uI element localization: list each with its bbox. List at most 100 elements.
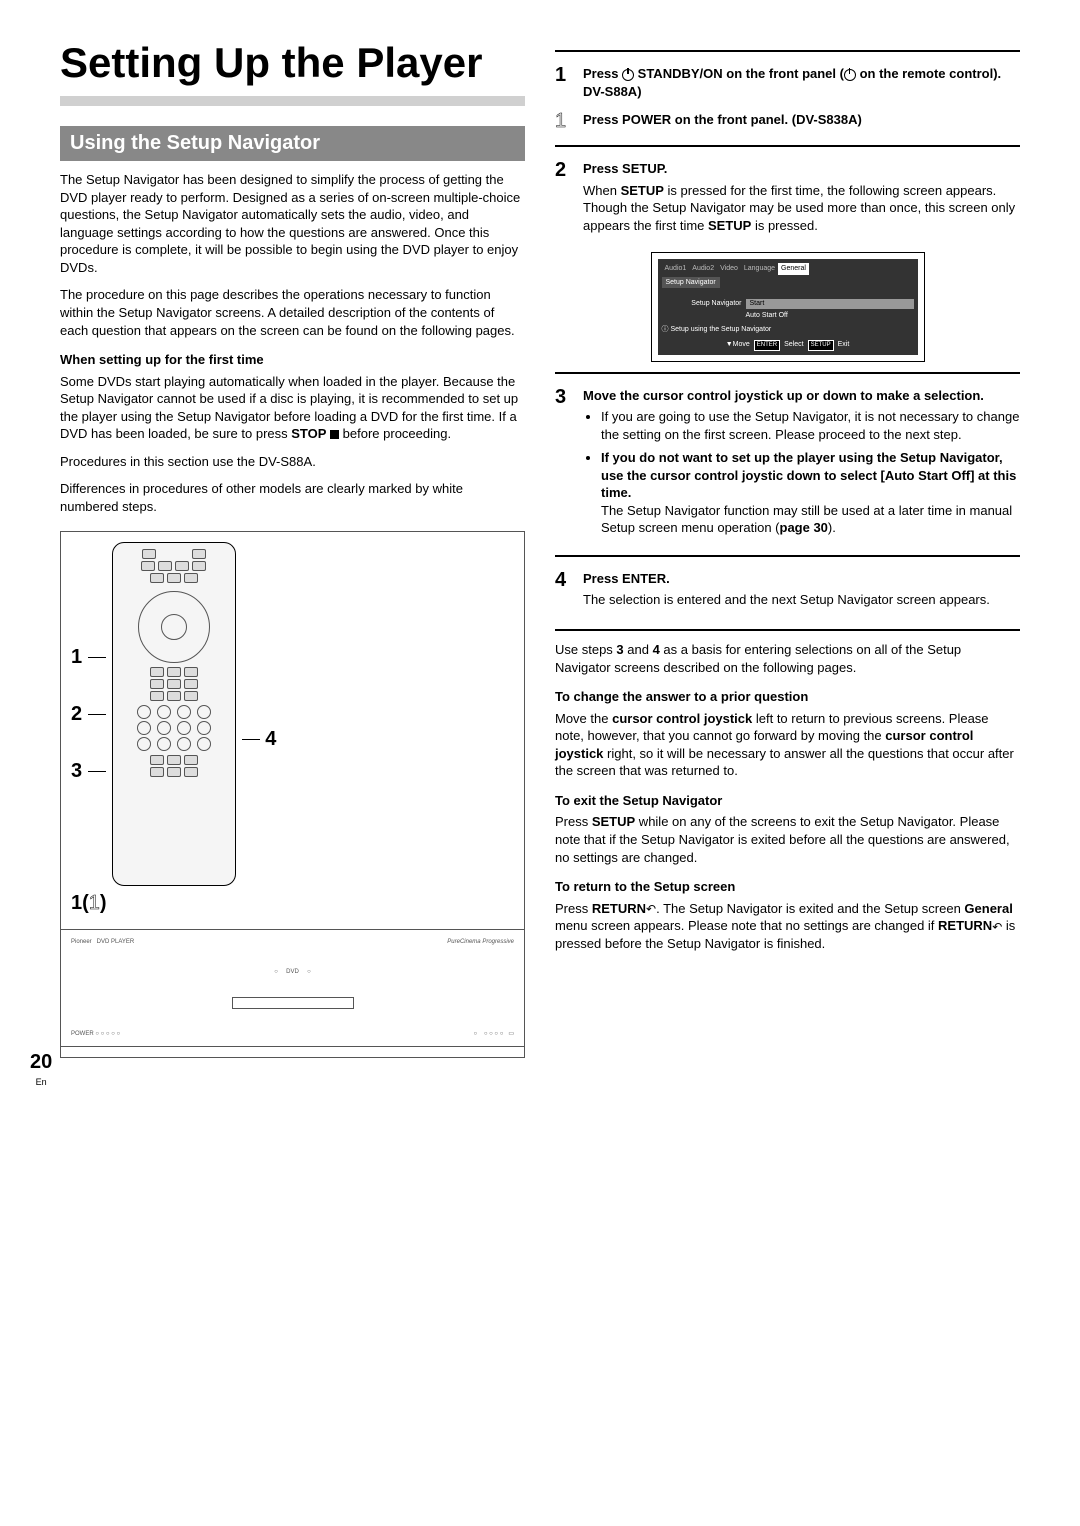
step-4: 4 Press ENTER. The selection is entered …	[555, 567, 1020, 619]
power-icon	[622, 69, 634, 81]
exit-body: Press SETUP while on any of the screens …	[555, 813, 1020, 866]
tab: Video	[717, 263, 741, 274]
step-number-outline: 1	[555, 108, 583, 135]
leader-line	[88, 657, 106, 658]
title-underline	[60, 96, 525, 106]
text: )	[100, 892, 107, 914]
text: When	[583, 183, 621, 198]
step-1-alt: 1 Press POWER on the front panel. (DV-S8…	[555, 108, 1020, 135]
leader-line	[242, 739, 260, 740]
rule	[555, 555, 1020, 557]
menu-option: Auto Start Off	[746, 311, 914, 320]
text: Press	[555, 814, 592, 829]
change-answer-heading: To change the answer to a prior question	[555, 688, 1020, 706]
text: 1(	[71, 892, 89, 914]
text: Use steps	[555, 642, 616, 657]
text: cursor control joystick	[612, 711, 752, 726]
text: Move the	[555, 711, 612, 726]
text: and	[624, 642, 653, 657]
step-body: The selection is entered and the next Se…	[583, 591, 1020, 609]
step-number: 1	[555, 62, 583, 89]
text: Press	[583, 66, 622, 81]
text: If you do not want to set up the player …	[601, 450, 1016, 500]
step-heading: Press POWER on the front panel. (DV-S838…	[583, 111, 1020, 129]
remote-callouts-right: 4	[242, 726, 277, 753]
step-1: 1 Press STANDBY/ON on the front panel ( …	[555, 62, 1020, 104]
text: ).	[828, 520, 836, 535]
intro-paragraph-2: The procedure on this page describes the…	[60, 286, 525, 339]
stop-label: STOP	[291, 426, 326, 441]
stop-icon	[330, 430, 339, 439]
text: 3	[616, 642, 623, 657]
text: is pressed.	[751, 218, 817, 233]
front-panel-illustration: Pioneer DVD PLAYER PureCinema Progressiv…	[60, 929, 525, 1047]
page-lang: En	[30, 1076, 52, 1088]
page-number: 20 En	[30, 1049, 52, 1088]
callout: 4	[265, 728, 276, 750]
return-icon: ↶	[992, 919, 1002, 935]
return-heading: To return to the Setup screen	[555, 878, 1020, 896]
difference-note: Differences in procedures of other model…	[60, 480, 525, 515]
rule	[555, 372, 1020, 374]
text: menu screen appears. Please note that no…	[555, 918, 938, 933]
bullet: If you do not want to set up the player …	[601, 449, 1020, 537]
onscreen-menu-diagram: Audio1 Audio2 Video Language General Set…	[651, 252, 925, 361]
bullet: If you are going to use the Setup Naviga…	[601, 408, 1020, 443]
setup-label: SETUP	[808, 340, 834, 350]
text: Press	[555, 901, 592, 916]
step-heading: Press ENTER.	[583, 570, 1020, 588]
menu-option-selected: Start	[746, 299, 914, 308]
menu-label: Setup Navigator	[662, 299, 746, 308]
text: Select	[784, 340, 803, 350]
text: SETUP	[621, 183, 664, 198]
enter-label: ENTER	[754, 340, 780, 350]
step-number: 4	[555, 567, 583, 594]
rule	[555, 629, 1020, 631]
info-text: Setup using the Setup Navigator	[670, 326, 771, 333]
sub-tab: Setup Navigator	[662, 277, 720, 288]
page-ref: page 30	[780, 520, 828, 535]
first-time-body: Some DVDs start playing automatically wh…	[60, 373, 525, 443]
text: Move	[733, 341, 750, 348]
return-icon: ↶	[646, 901, 656, 917]
text: SETUP	[708, 218, 751, 233]
intro-paragraph-1: The Setup Navigator has been designed to…	[60, 171, 525, 276]
first-time-heading: When setting up for the first time	[60, 351, 525, 369]
page-number-value: 20	[30, 1051, 52, 1073]
section-heading: Using the Setup Navigator	[60, 126, 525, 161]
remote-callouts-left: 1 2 3	[71, 644, 106, 785]
change-answer-body: Move the cursor control joystick left to…	[555, 710, 1020, 780]
page-title: Setting Up the Player	[60, 40, 525, 86]
text: RETURN	[938, 918, 992, 933]
text: STANDBY/ON on the front panel (	[634, 66, 844, 81]
text: right, so it will be necessary to answer…	[555, 746, 1014, 779]
exit-heading: To exit the Setup Navigator	[555, 792, 1020, 810]
step-number: 3	[555, 384, 583, 411]
text: SETUP	[592, 814, 635, 829]
outline-digit: 1	[89, 892, 100, 914]
front-panel-callout: 1(1)	[71, 890, 107, 917]
text: before proceeding.	[339, 426, 451, 441]
leader-line	[88, 714, 106, 715]
rule	[555, 50, 1020, 52]
text: RETURN	[592, 901, 646, 916]
step-heading: Press SETUP.	[583, 160, 1020, 178]
remote-and-panel-figure: 1 2 3	[60, 531, 525, 1058]
rule	[555, 145, 1020, 147]
power-icon	[844, 69, 856, 81]
tab-active: General	[778, 263, 809, 274]
step-body: When SETUP is pressed for the first time…	[583, 182, 1020, 235]
text: General	[964, 901, 1012, 916]
leader-line	[88, 771, 106, 772]
tab: Audio1	[662, 263, 690, 274]
return-body: Press RETURN↶. The Setup Navigator is ex…	[555, 900, 1020, 953]
step-number: 2	[555, 157, 583, 184]
use-steps-note: Use steps 3 and 4 as a basis for enterin…	[555, 641, 1020, 676]
step-2: 2 Press SETUP. When SETUP is pressed for…	[555, 157, 1020, 244]
text: . The Setup Navigator is exited and the …	[656, 901, 964, 916]
remote-illustration	[112, 542, 236, 886]
callout: 3	[71, 760, 82, 782]
callout: 1	[71, 646, 82, 668]
procedure-note: Procedures in this section use the DV-S8…	[60, 453, 525, 471]
step-3: 3 Move the cursor control joystick up or…	[555, 384, 1020, 545]
